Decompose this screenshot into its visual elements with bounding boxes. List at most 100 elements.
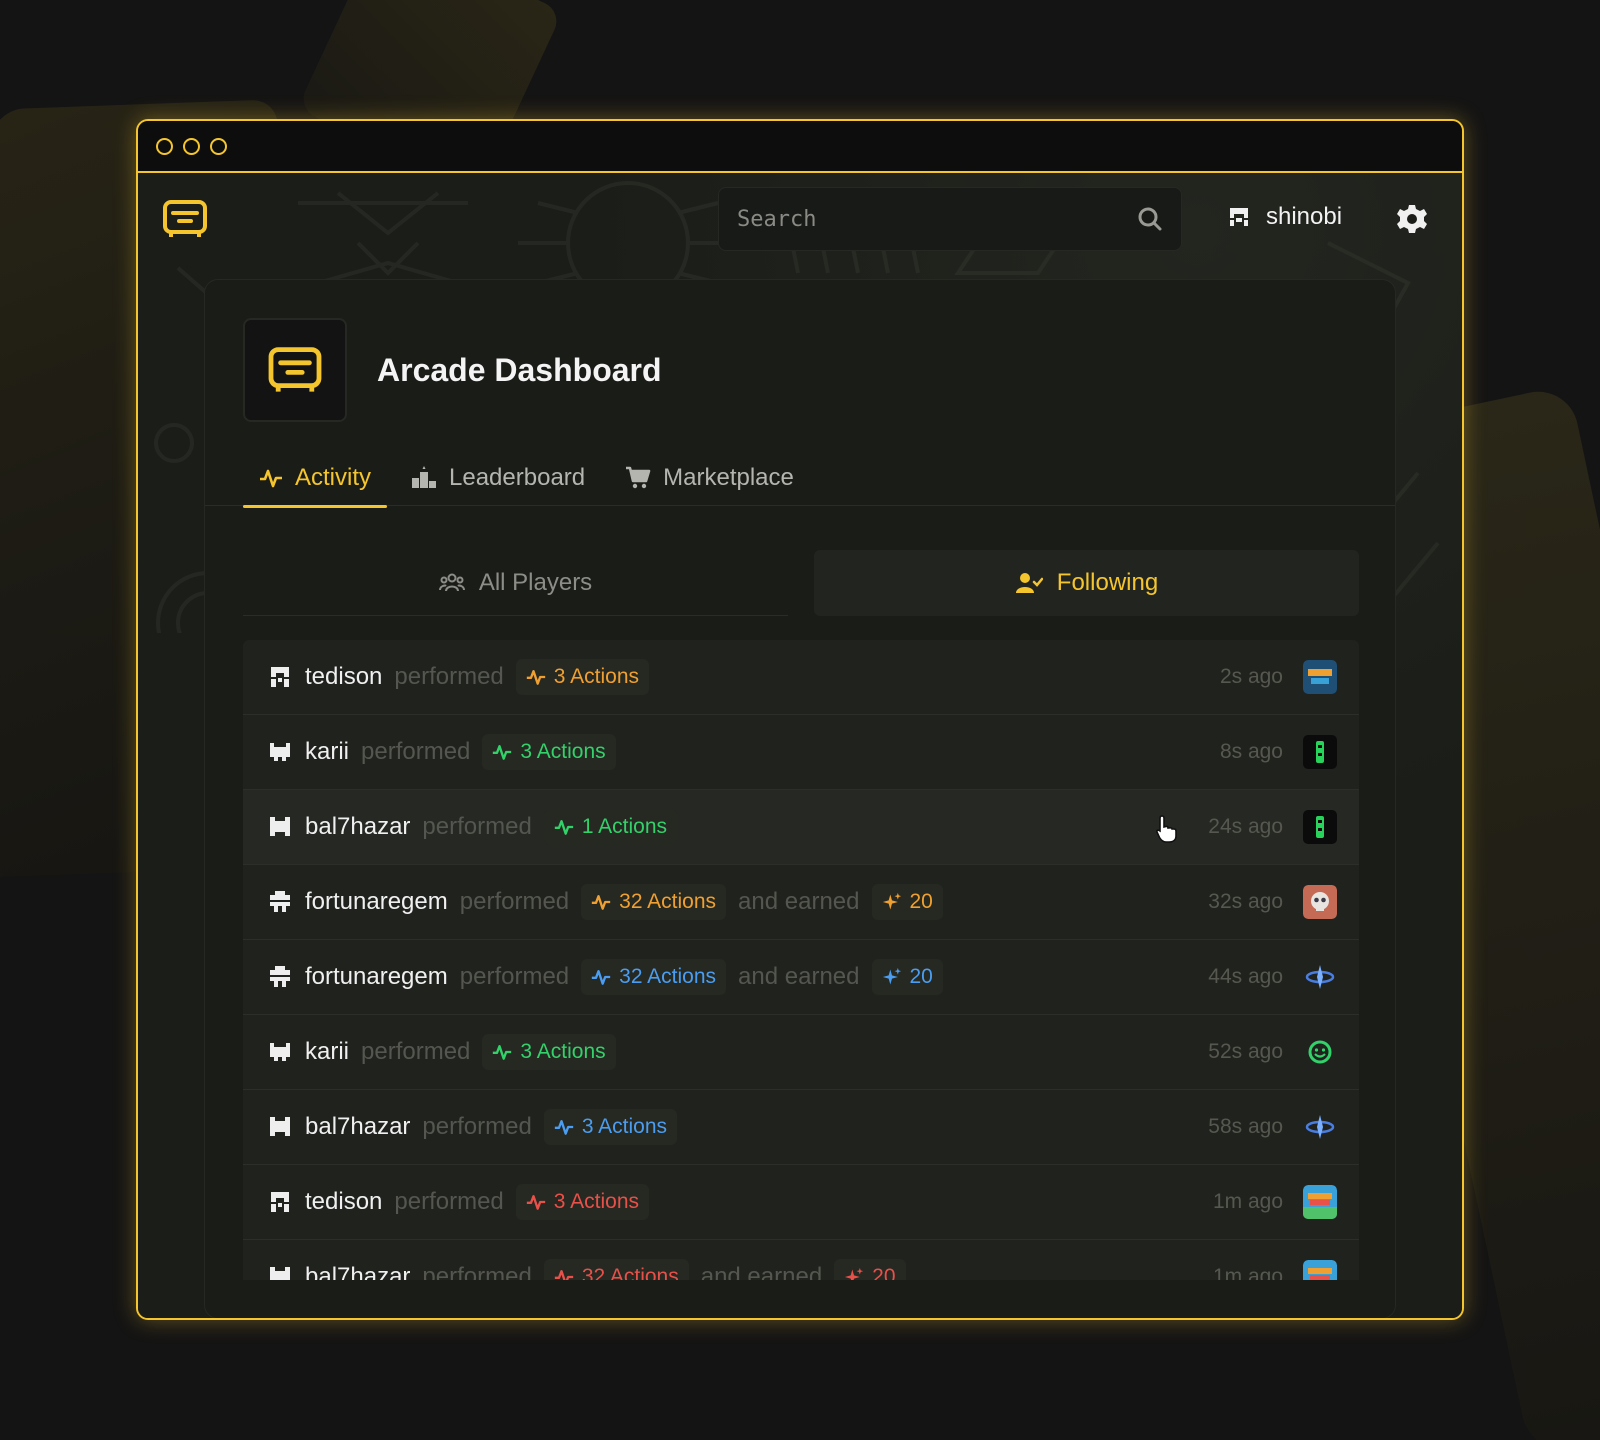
- actions-count: 32 Actions: [619, 890, 717, 913]
- player-name[interactable]: bal7hazar: [305, 813, 410, 841]
- game-green-totem-icon[interactable]: [1303, 810, 1337, 844]
- timestamp: 2s ago: [1219, 665, 1283, 688]
- timestamp: 1m ago: [1212, 1190, 1283, 1213]
- activity-icon: [554, 820, 573, 835]
- performed-label: performed: [422, 1263, 532, 1280]
- activity-row[interactable]: bal7hazar performed 32 Actions and earned 20…: [243, 1240, 1359, 1280]
- tab-marketplace[interactable]: Marketplace: [609, 450, 810, 506]
- window-minimize-button[interactable]: [183, 137, 200, 155]
- game-skull-icon[interactable]: [1303, 885, 1337, 919]
- arcade-logo-icon[interactable]: [162, 199, 208, 239]
- performed-label: performed: [394, 1188, 504, 1215]
- performed-label: performed: [422, 1113, 532, 1140]
- user-check-icon: [1015, 573, 1043, 593]
- dashboard-card: Arcade Dashboard Activity Leaderboard Ma…: [204, 279, 1396, 1318]
- app-header: Arcade Dashboard: [243, 318, 662, 422]
- actions-badge: 32 Actions: [581, 959, 727, 995]
- game-ponzi-land-icon[interactable]: [1303, 660, 1337, 694]
- performed-label: performed: [422, 813, 532, 840]
- performed-label: performed: [459, 888, 570, 915]
- activity-row[interactable]: tedison performed 3 Actions 2s ago: [243, 640, 1359, 715]
- game-green-totem-icon[interactable]: [1303, 735, 1337, 769]
- game-blob-arena-icon[interactable]: [1303, 1185, 1337, 1219]
- earned-label: and earned: [738, 888, 860, 915]
- activity-icon: [526, 1195, 545, 1210]
- player-name[interactable]: fortunaregem: [305, 888, 448, 916]
- actions-badge: 3 Actions: [482, 734, 616, 770]
- filter-all-players[interactable]: All Players: [243, 550, 788, 616]
- tab-activity[interactable]: Activity: [243, 450, 388, 508]
- performed-label: performed: [361, 738, 471, 765]
- player-name[interactable]: bal7hazar: [305, 1263, 410, 1280]
- actions-count: 3 Actions: [581, 1115, 668, 1138]
- activity-icon: [591, 970, 611, 985]
- timestamp: 24s ago: [1208, 815, 1283, 838]
- player-name[interactable]: karii: [305, 738, 349, 766]
- player-avatar-icon: [270, 743, 290, 761]
- player-name[interactable]: tedison: [305, 1188, 382, 1216]
- arcade-logo-icon: [268, 347, 322, 392]
- game-blue-orb-icon[interactable]: [1303, 1110, 1337, 1144]
- actions-count: 32 Actions: [581, 1265, 679, 1280]
- window-close-button[interactable]: [156, 137, 173, 155]
- player-name[interactable]: tedison: [305, 663, 382, 691]
- pointer-cursor-icon: [1156, 815, 1177, 843]
- activity-icon: [260, 469, 282, 488]
- activity-row[interactable]: karii performed 3 Actions 8s ago: [243, 715, 1359, 790]
- activity-icon: [493, 745, 512, 760]
- timestamp: 52s ago: [1208, 1040, 1283, 1063]
- tab-activity-label: Activity: [295, 464, 372, 491]
- actions-count: 3 Actions: [553, 665, 640, 688]
- activity-row[interactable]: fortunaregem performed 32 Actions and earne…: [243, 940, 1359, 1015]
- filter-following[interactable]: Following: [814, 550, 1359, 616]
- actions-badge: 32 Actions: [581, 884, 727, 920]
- player-avatar-icon: [270, 1117, 290, 1136]
- actions-count: 3 Actions: [520, 1040, 606, 1063]
- player-avatar-icon: [270, 1267, 290, 1280]
- actions-badge: 3 Actions: [543, 1109, 678, 1145]
- app-window: shinobi Arcade Dashboard: [136, 119, 1464, 1320]
- activity-icon: [554, 1270, 573, 1280]
- player-avatar-icon: [270, 1043, 290, 1061]
- game-smiley-icon[interactable]: [1303, 1035, 1337, 1069]
- earned-label: and earned: [738, 963, 860, 990]
- actions-badge: 32 Actions: [543, 1259, 689, 1280]
- tab-leaderboard[interactable]: Leaderboard: [395, 450, 601, 506]
- actions-badge: 1 Actions: [543, 809, 678, 845]
- performed-label: performed: [459, 963, 570, 990]
- activity-row[interactable]: bal7hazar performed 1 Actions 24s ago: [243, 790, 1359, 865]
- points-badge: 20: [871, 884, 943, 920]
- actions-badge: 3 Actions: [515, 659, 650, 695]
- window-maximize-button[interactable]: [210, 137, 227, 155]
- player-avatar-icon: [270, 891, 290, 912]
- sparkle-icon: [845, 1267, 864, 1280]
- activity-row[interactable]: bal7hazar performed 3 Actions 58s ago: [243, 1090, 1359, 1165]
- actions-count: 1 Actions: [581, 815, 668, 838]
- points-badge: 20: [871, 959, 943, 995]
- player-name[interactable]: bal7hazar: [305, 1113, 410, 1141]
- timestamp: 44s ago: [1208, 965, 1283, 988]
- filter-following-label: Following: [1056, 569, 1159, 596]
- activity-icon: [493, 1045, 512, 1060]
- activity-row[interactable]: karii performed 3 Actions 52s ago: [243, 1015, 1359, 1090]
- game-blob-arena-icon[interactable]: [1303, 1260, 1337, 1280]
- search-icon[interactable]: [1137, 206, 1163, 232]
- timestamp: 58s ago: [1208, 1115, 1283, 1138]
- activity-row[interactable]: fortunaregem performed 32 Actions and earne…: [243, 865, 1359, 940]
- performed-label: performed: [361, 1038, 471, 1065]
- users-icon: [438, 573, 465, 591]
- user-menu[interactable]: shinobi: [1226, 203, 1342, 231]
- player-name[interactable]: karii: [305, 1038, 349, 1066]
- timestamp: 1m ago: [1212, 1265, 1283, 1280]
- search-input[interactable]: [737, 206, 1137, 232]
- activity-icon: [554, 1120, 573, 1135]
- activity-row[interactable]: tedison performed 3 Actions 1m ago: [243, 1165, 1359, 1240]
- actions-count: 3 Actions: [520, 740, 606, 763]
- activity-icon: [526, 670, 545, 685]
- player-avatar-icon: [270, 966, 290, 987]
- player-avatar-icon: [271, 1192, 289, 1212]
- game-blue-orb-icon[interactable]: [1303, 960, 1337, 994]
- player-name[interactable]: fortunaregem: [305, 963, 448, 991]
- gear-icon[interactable]: [1396, 203, 1428, 235]
- timestamp: 32s ago: [1208, 890, 1283, 913]
